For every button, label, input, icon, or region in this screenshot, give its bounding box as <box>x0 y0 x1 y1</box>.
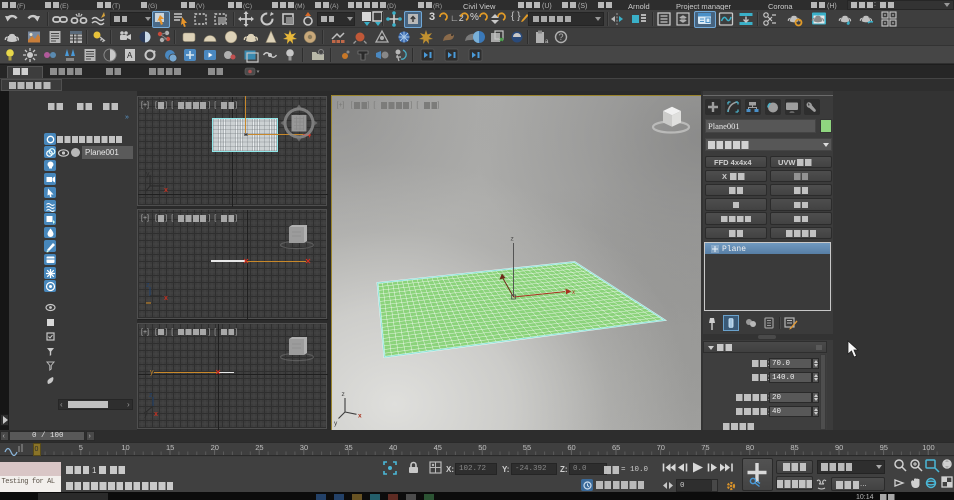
svg-text:x: x <box>164 187 168 194</box>
svg-text:y: y <box>146 171 150 178</box>
svg-text:x: x <box>358 413 362 420</box>
svg-text:a: a <box>545 39 549 45</box>
svg-text:z: z <box>510 236 513 243</box>
svg-text:z: z <box>146 282 150 289</box>
svg-text:A: A <box>127 51 133 60</box>
svg-text:x: x <box>164 295 168 302</box>
svg-text:x: x <box>154 411 158 418</box>
svg-text:x: x <box>572 290 575 296</box>
svg-text:y: y <box>334 420 338 427</box>
svg-text:y: y <box>144 411 148 418</box>
svg-text:z: z <box>149 392 153 399</box>
svg-text:z: z <box>341 391 344 398</box>
svg-text:?: ? <box>559 32 564 42</box>
